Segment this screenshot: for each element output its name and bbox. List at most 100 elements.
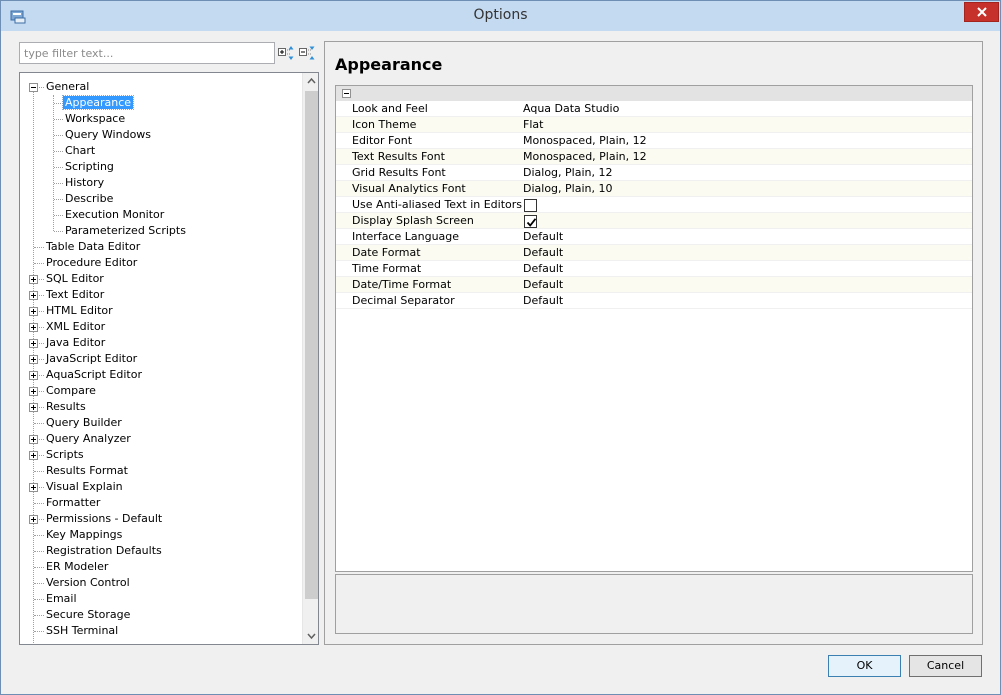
tree-item[interactable]: Parameterized Scripts [63, 223, 188, 239]
tree-item[interactable]: Scripting [63, 159, 116, 175]
property-value[interactable]: Default [523, 293, 563, 309]
property-row[interactable]: Interface Language Default [336, 229, 972, 245]
ok-button[interactable]: OK [828, 655, 901, 677]
property-row[interactable]: Editor Font Monospaced, Plain, 12 [336, 133, 972, 149]
tree-item[interactable]: Describe [63, 191, 115, 207]
tree-item[interactable]: Appearance [61, 95, 135, 111]
property-row[interactable]: Grid Results Font Dialog, Plain, 12 [336, 165, 972, 181]
property-row[interactable]: Date Format Default [336, 245, 972, 261]
tree-item[interactable]: History [63, 175, 106, 191]
scroll-down-icon[interactable] [303, 627, 319, 644]
property-name: Visual Analytics Font [352, 182, 466, 195]
tree-item[interactable]: ER Modeler [44, 559, 110, 575]
property-checkbox[interactable] [524, 199, 537, 212]
collapse-group-icon[interactable] [342, 89, 351, 98]
expand-node-icon[interactable] [29, 307, 38, 316]
property-value[interactable]: Flat [523, 117, 543, 133]
property-value[interactable]: Default [523, 261, 563, 277]
tree-item[interactable]: General [44, 79, 91, 95]
expand-all-icon[interactable] [277, 44, 295, 62]
property-value[interactable]: Monospaced, Plain, 12 [523, 149, 647, 165]
expand-node-icon[interactable] [29, 275, 38, 284]
property-value[interactable]: Dialog, Plain, 10 [523, 181, 612, 197]
scroll-thumb[interactable] [305, 91, 318, 599]
property-row[interactable]: Text Results Font Monospaced, Plain, 12 [336, 149, 972, 165]
property-checkbox[interactable] [524, 215, 537, 228]
expand-node-icon[interactable] [29, 515, 38, 524]
property-row[interactable]: Visual Analytics Font Dialog, Plain, 10 [336, 181, 972, 197]
property-row[interactable]: Display Splash Screen [336, 213, 972, 229]
expand-node-icon[interactable] [29, 371, 38, 380]
tree-item[interactable]: Results Format [44, 463, 130, 479]
tree-item-label: HTML Editor [46, 304, 113, 317]
tree-item[interactable]: Compare [44, 383, 98, 399]
tree-item-label: Results [46, 400, 86, 413]
expand-node-icon[interactable] [29, 323, 38, 332]
tree-item[interactable]: Query Analyzer [44, 431, 133, 447]
property-value[interactable]: Aqua Data Studio [523, 101, 619, 117]
tree-item[interactable]: Java Editor [44, 335, 107, 351]
tree-item[interactable]: Table Data Editor [44, 239, 142, 255]
title-bar[interactable]: Options [1, 1, 1000, 31]
expand-node-icon[interactable] [29, 483, 38, 492]
tree-item-label: Email [46, 592, 77, 605]
tree-item[interactable]: HTML Editor [44, 303, 115, 319]
tree-item[interactable]: Execution Monitor [63, 207, 166, 223]
tree-item[interactable]: AquaScript Editor [44, 367, 144, 383]
tree-item-label: Parameterized Scripts [65, 224, 186, 237]
expand-node-icon[interactable] [29, 355, 38, 364]
tree-item[interactable]: Results [44, 399, 88, 415]
expand-node-icon[interactable] [29, 451, 38, 460]
tree-item[interactable]: Key Mappings [44, 527, 124, 543]
property-row[interactable]: Decimal Separator Default [336, 293, 972, 309]
tree-item[interactable]: Permissions - Default [44, 511, 164, 527]
tree-item[interactable]: Secure Storage [44, 607, 132, 623]
tree-connector-line [54, 135, 63, 136]
tree-item[interactable]: Chart [63, 143, 97, 159]
tree-item[interactable]: Query Windows [63, 127, 153, 143]
tree-scrollbar[interactable] [302, 73, 319, 644]
filter-input[interactable] [19, 42, 275, 64]
property-value[interactable]: Default [523, 245, 563, 261]
tree-connector-line [53, 95, 54, 231]
property-group-header[interactable] [336, 86, 972, 101]
expand-node-icon[interactable] [29, 435, 38, 444]
expand-node-icon[interactable] [29, 339, 38, 348]
expand-node-icon[interactable] [29, 291, 38, 300]
tree-item[interactable]: Workspace [63, 111, 127, 127]
tree-item[interactable]: Text Editor [44, 287, 106, 303]
property-row[interactable]: Look and Feel Aqua Data Studio [336, 101, 972, 117]
scroll-up-icon[interactable] [303, 73, 319, 90]
tree-item[interactable]: Procedure Editor [44, 255, 139, 271]
property-row[interactable]: Use Anti-aliased Text in Editors [336, 197, 972, 213]
collapse-all-icon[interactable] [298, 44, 316, 62]
property-value[interactable]: Default [523, 277, 563, 293]
property-name: Decimal Separator [352, 294, 455, 307]
tree-item-label: Query Builder [46, 416, 122, 429]
tree-item[interactable]: SSH Terminal [44, 623, 120, 639]
expand-node-icon[interactable] [29, 387, 38, 396]
options-tree[interactable]: General Appearance Workspace Query Windows C… [19, 72, 319, 645]
tree-connector-line [34, 599, 44, 600]
tree-item[interactable]: Email [44, 591, 79, 607]
property-value[interactable]: Monospaced, Plain, 12 [523, 133, 647, 149]
tree-item[interactable]: Query Builder [44, 415, 124, 431]
property-row[interactable]: Icon Theme Flat [336, 117, 972, 133]
property-value[interactable]: Dialog, Plain, 12 [523, 165, 612, 181]
collapse-node-icon[interactable] [29, 83, 38, 92]
close-button[interactable] [964, 2, 999, 22]
property-row[interactable]: Time Format Default [336, 261, 972, 277]
tree-item[interactable]: XML Editor [44, 319, 107, 335]
tree-item[interactable]: Visual Explain [44, 479, 125, 495]
tree-connector-line [54, 231, 63, 232]
tree-item[interactable]: SQL Editor [44, 271, 106, 287]
cancel-button[interactable]: Cancel [909, 655, 982, 677]
tree-item[interactable]: Version Control [44, 575, 132, 591]
tree-item[interactable]: JavaScript Editor [44, 351, 139, 367]
expand-node-icon[interactable] [29, 403, 38, 412]
tree-item[interactable]: Registration Defaults [44, 543, 164, 559]
tree-item[interactable]: Scripts [44, 447, 86, 463]
property-row[interactable]: Date/Time Format Default [336, 277, 972, 293]
tree-item[interactable]: Formatter [44, 495, 102, 511]
property-value[interactable]: Default [523, 229, 563, 245]
